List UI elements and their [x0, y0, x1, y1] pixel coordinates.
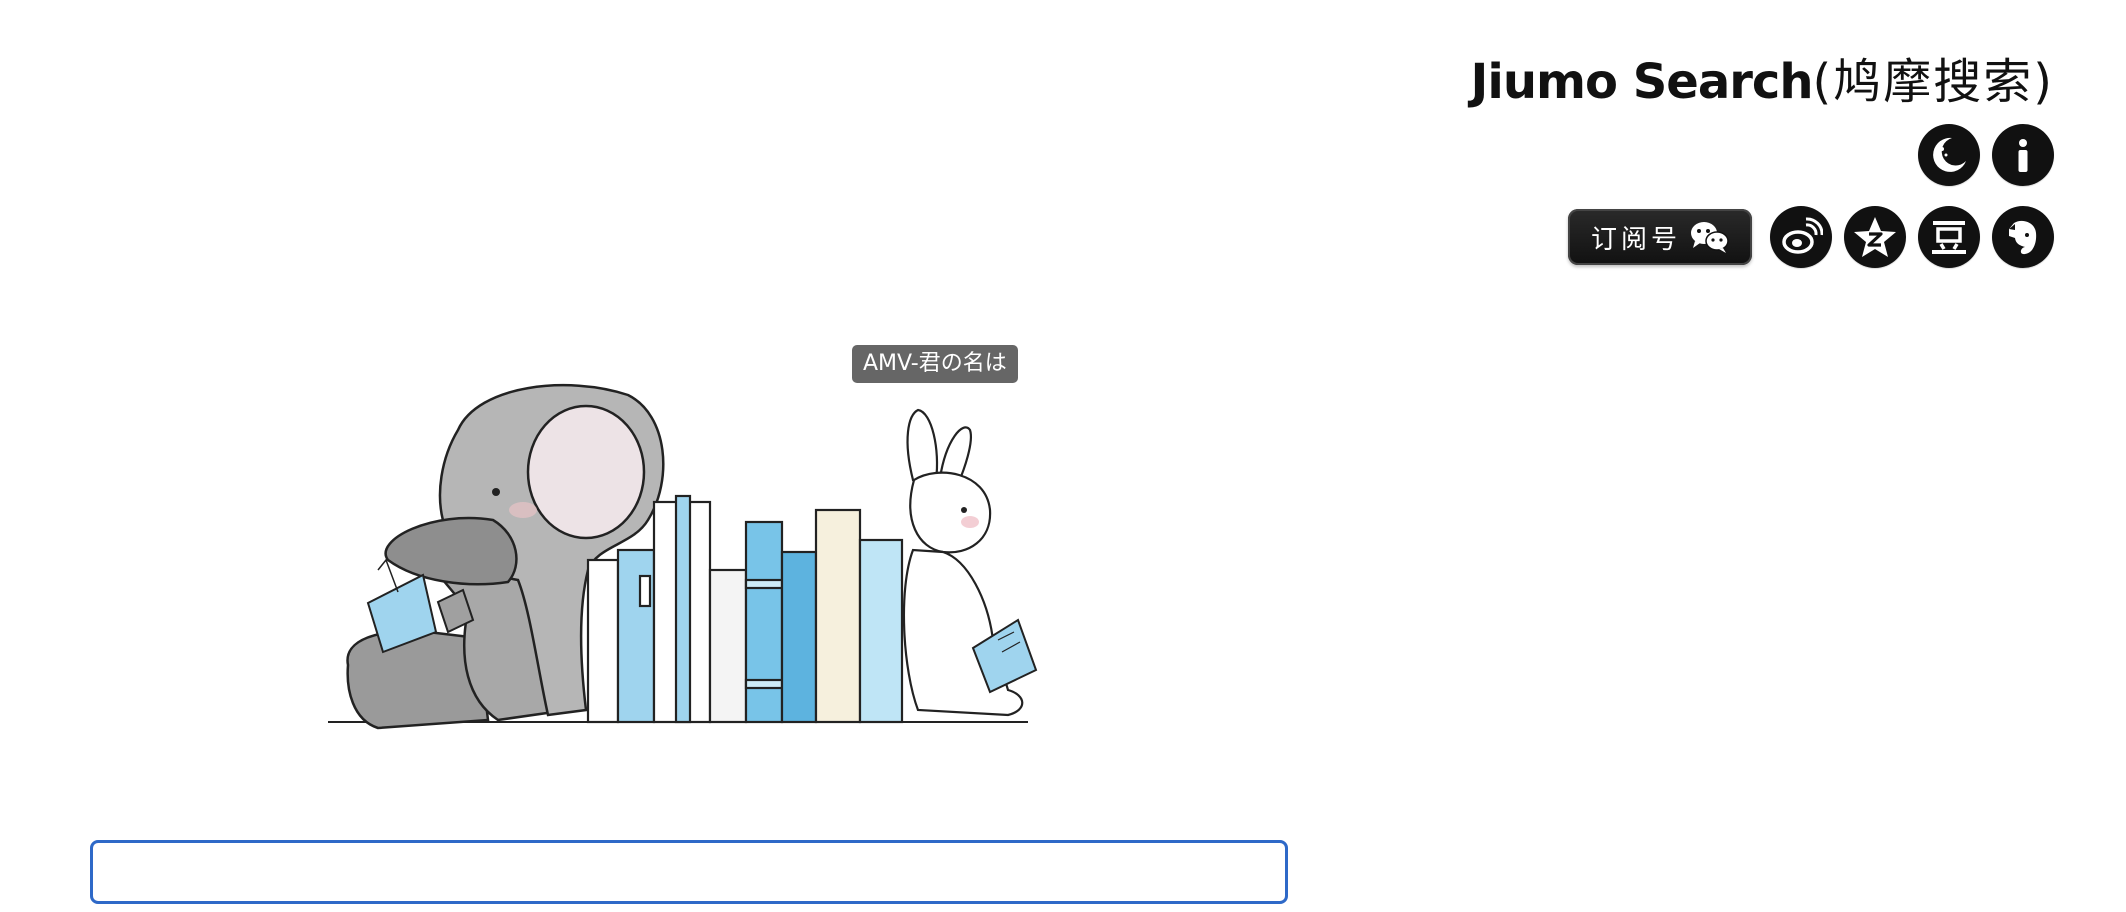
weibo-icon — [1782, 217, 1823, 254]
page: Jiumo Search(鸠摩搜索) 订阅号 AMV-君の名は — [0, 0, 2126, 912]
night-mode-icon — [1933, 137, 1966, 172]
evernote-icon — [2009, 220, 2037, 255]
weibo-button[interactable] — [1770, 206, 1832, 268]
social-tools: 订阅号 — [1568, 206, 2054, 268]
night-mode-button[interactable] — [1918, 124, 1980, 186]
site-title[interactable]: Jiumo Search(鸠摩搜索) — [1471, 42, 2054, 112]
subscribe-label: 订阅号 — [1590, 224, 1681, 255]
qzone-icon — [1854, 217, 1896, 257]
douban-icon — [1932, 221, 1966, 254]
info-button[interactable] — [1992, 124, 2054, 186]
evernote-button[interactable] — [1992, 206, 2054, 268]
site-title-en: Jiumo Search — [1470, 54, 1814, 110]
wechat-icon — [1689, 220, 1729, 254]
elephant-rabbit-books-illustration — [328, 383, 1038, 730]
search-input[interactable] — [93, 843, 1285, 901]
douban-button[interactable] — [1918, 206, 1980, 268]
qzone-button[interactable] — [1844, 206, 1906, 268]
music-tooltip: AMV-君の名は — [852, 345, 1018, 383]
top-tools — [1918, 124, 2054, 186]
wechat-subscribe-button[interactable]: 订阅号 — [1568, 209, 1752, 265]
info-icon — [2018, 139, 2028, 172]
rabbit-figure — [902, 408, 1038, 717]
search-box — [90, 840, 1288, 904]
site-title-cn: (鸠摩搜索) — [1812, 54, 2054, 110]
